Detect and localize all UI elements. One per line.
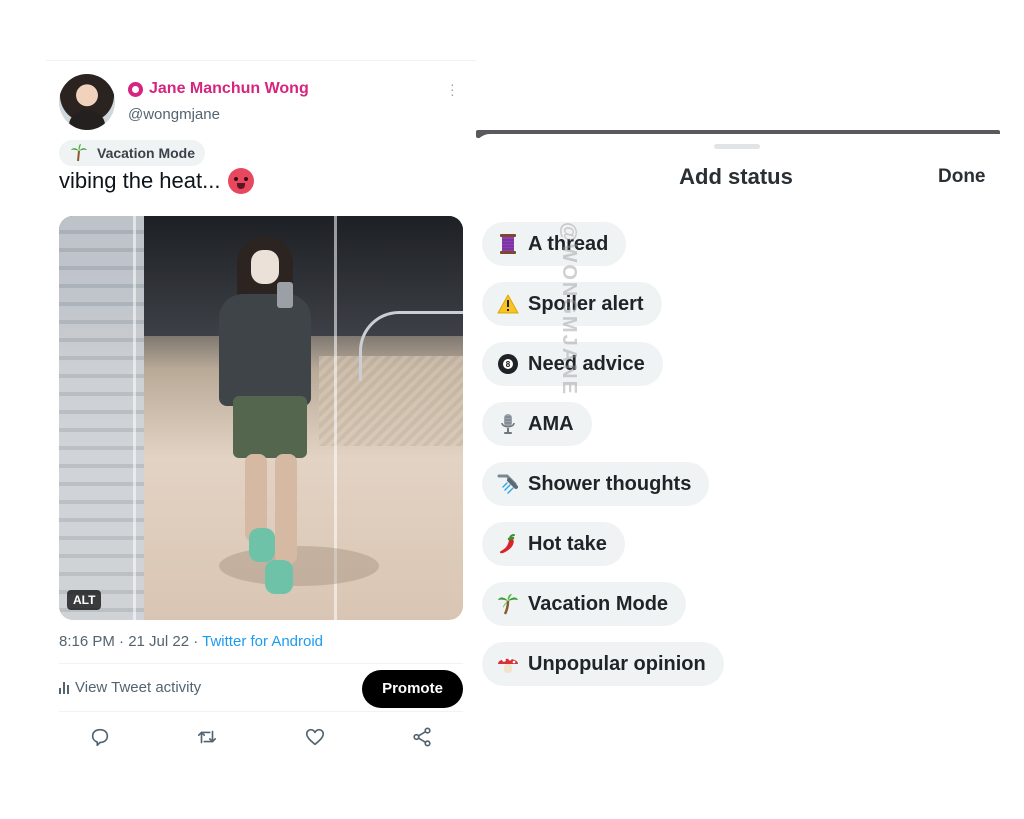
divider [59,663,463,664]
retweet-icon[interactable] [196,726,220,750]
status-option-label: AMA [528,412,574,435]
status-option-label: Spoiler alert [528,292,644,315]
palm-tree-icon [496,592,520,616]
warning-icon [496,292,520,316]
status-option-label: Hot take [528,532,607,555]
tweet-source-link[interactable]: Twitter for Android [202,633,323,650]
author-handle[interactable]: @wongmjane [128,106,220,123]
alt-text-badge[interactable]: ALT [67,590,102,610]
status-option-vacation-mode[interactable]: Vacation Mode [482,582,687,626]
like-icon[interactable] [304,726,328,750]
divider [59,711,463,712]
status-option-hot-take[interactable]: Hot take [482,522,625,566]
tweet-card: Jane Manchun Wong @wongmjane · · · Vacatio… [46,60,476,770]
status-option-label: Vacation Mode [528,592,669,615]
promote-button[interactable]: Promote [362,670,463,708]
microphone-icon [496,412,520,436]
verified-badge-icon [128,81,143,97]
svg-text:8: 8 [506,360,511,369]
mushroom-icon [496,652,520,676]
tweet-metadata: 8:16 PM · 21 Jul 22 · Twitter for Androi… [59,633,323,650]
view-tweet-activity-link[interactable]: View Tweet activity [59,679,201,696]
status-option-label: Shower thoughts [528,472,692,495]
status-option-shower-thoughts[interactable]: Shower thoughts [482,462,710,506]
share-icon[interactable] [411,726,435,750]
shower-icon [496,472,520,496]
tweet-timestamp: 8:16 PM · 21 Jul 22 · [59,633,203,650]
watermark: @WONGMJANE [380,222,580,396]
tweet-text: vibing the heat... [59,168,255,194]
author-name-text: Jane Manchun Wong [149,80,309,97]
sheet-grabber[interactable] [714,144,760,149]
status-option-unpopular-opinion[interactable]: Unpopular opinion [482,642,724,686]
analytics-icon [59,681,69,694]
activity-label: View Tweet activity [75,679,202,696]
chili-pepper-icon [496,532,520,556]
sheet-title: Add status [679,164,793,189]
done-button[interactable]: Done [938,166,986,188]
status-option-ama[interactable]: AMA [482,402,592,446]
tweet-actions [59,726,463,750]
author-name[interactable]: Jane Manchun Wong [128,80,309,98]
avatar[interactable] [59,74,115,130]
status-pill[interactable]: Vacation Mode [59,140,206,166]
eight-ball-icon: 8 [496,352,520,376]
divider [46,60,476,61]
palm-tree-icon [67,141,91,165]
tweet-text-content: vibing the heat... [59,168,221,193]
more-options-icon[interactable]: · · · [450,77,455,101]
status-option-label: Unpopular opinion [528,652,706,675]
status-option-label: Need advice [528,352,645,375]
status-pill-label: Vacation Mode [97,145,196,161]
hot-face-icon [228,168,255,194]
reply-icon[interactable] [89,726,113,750]
